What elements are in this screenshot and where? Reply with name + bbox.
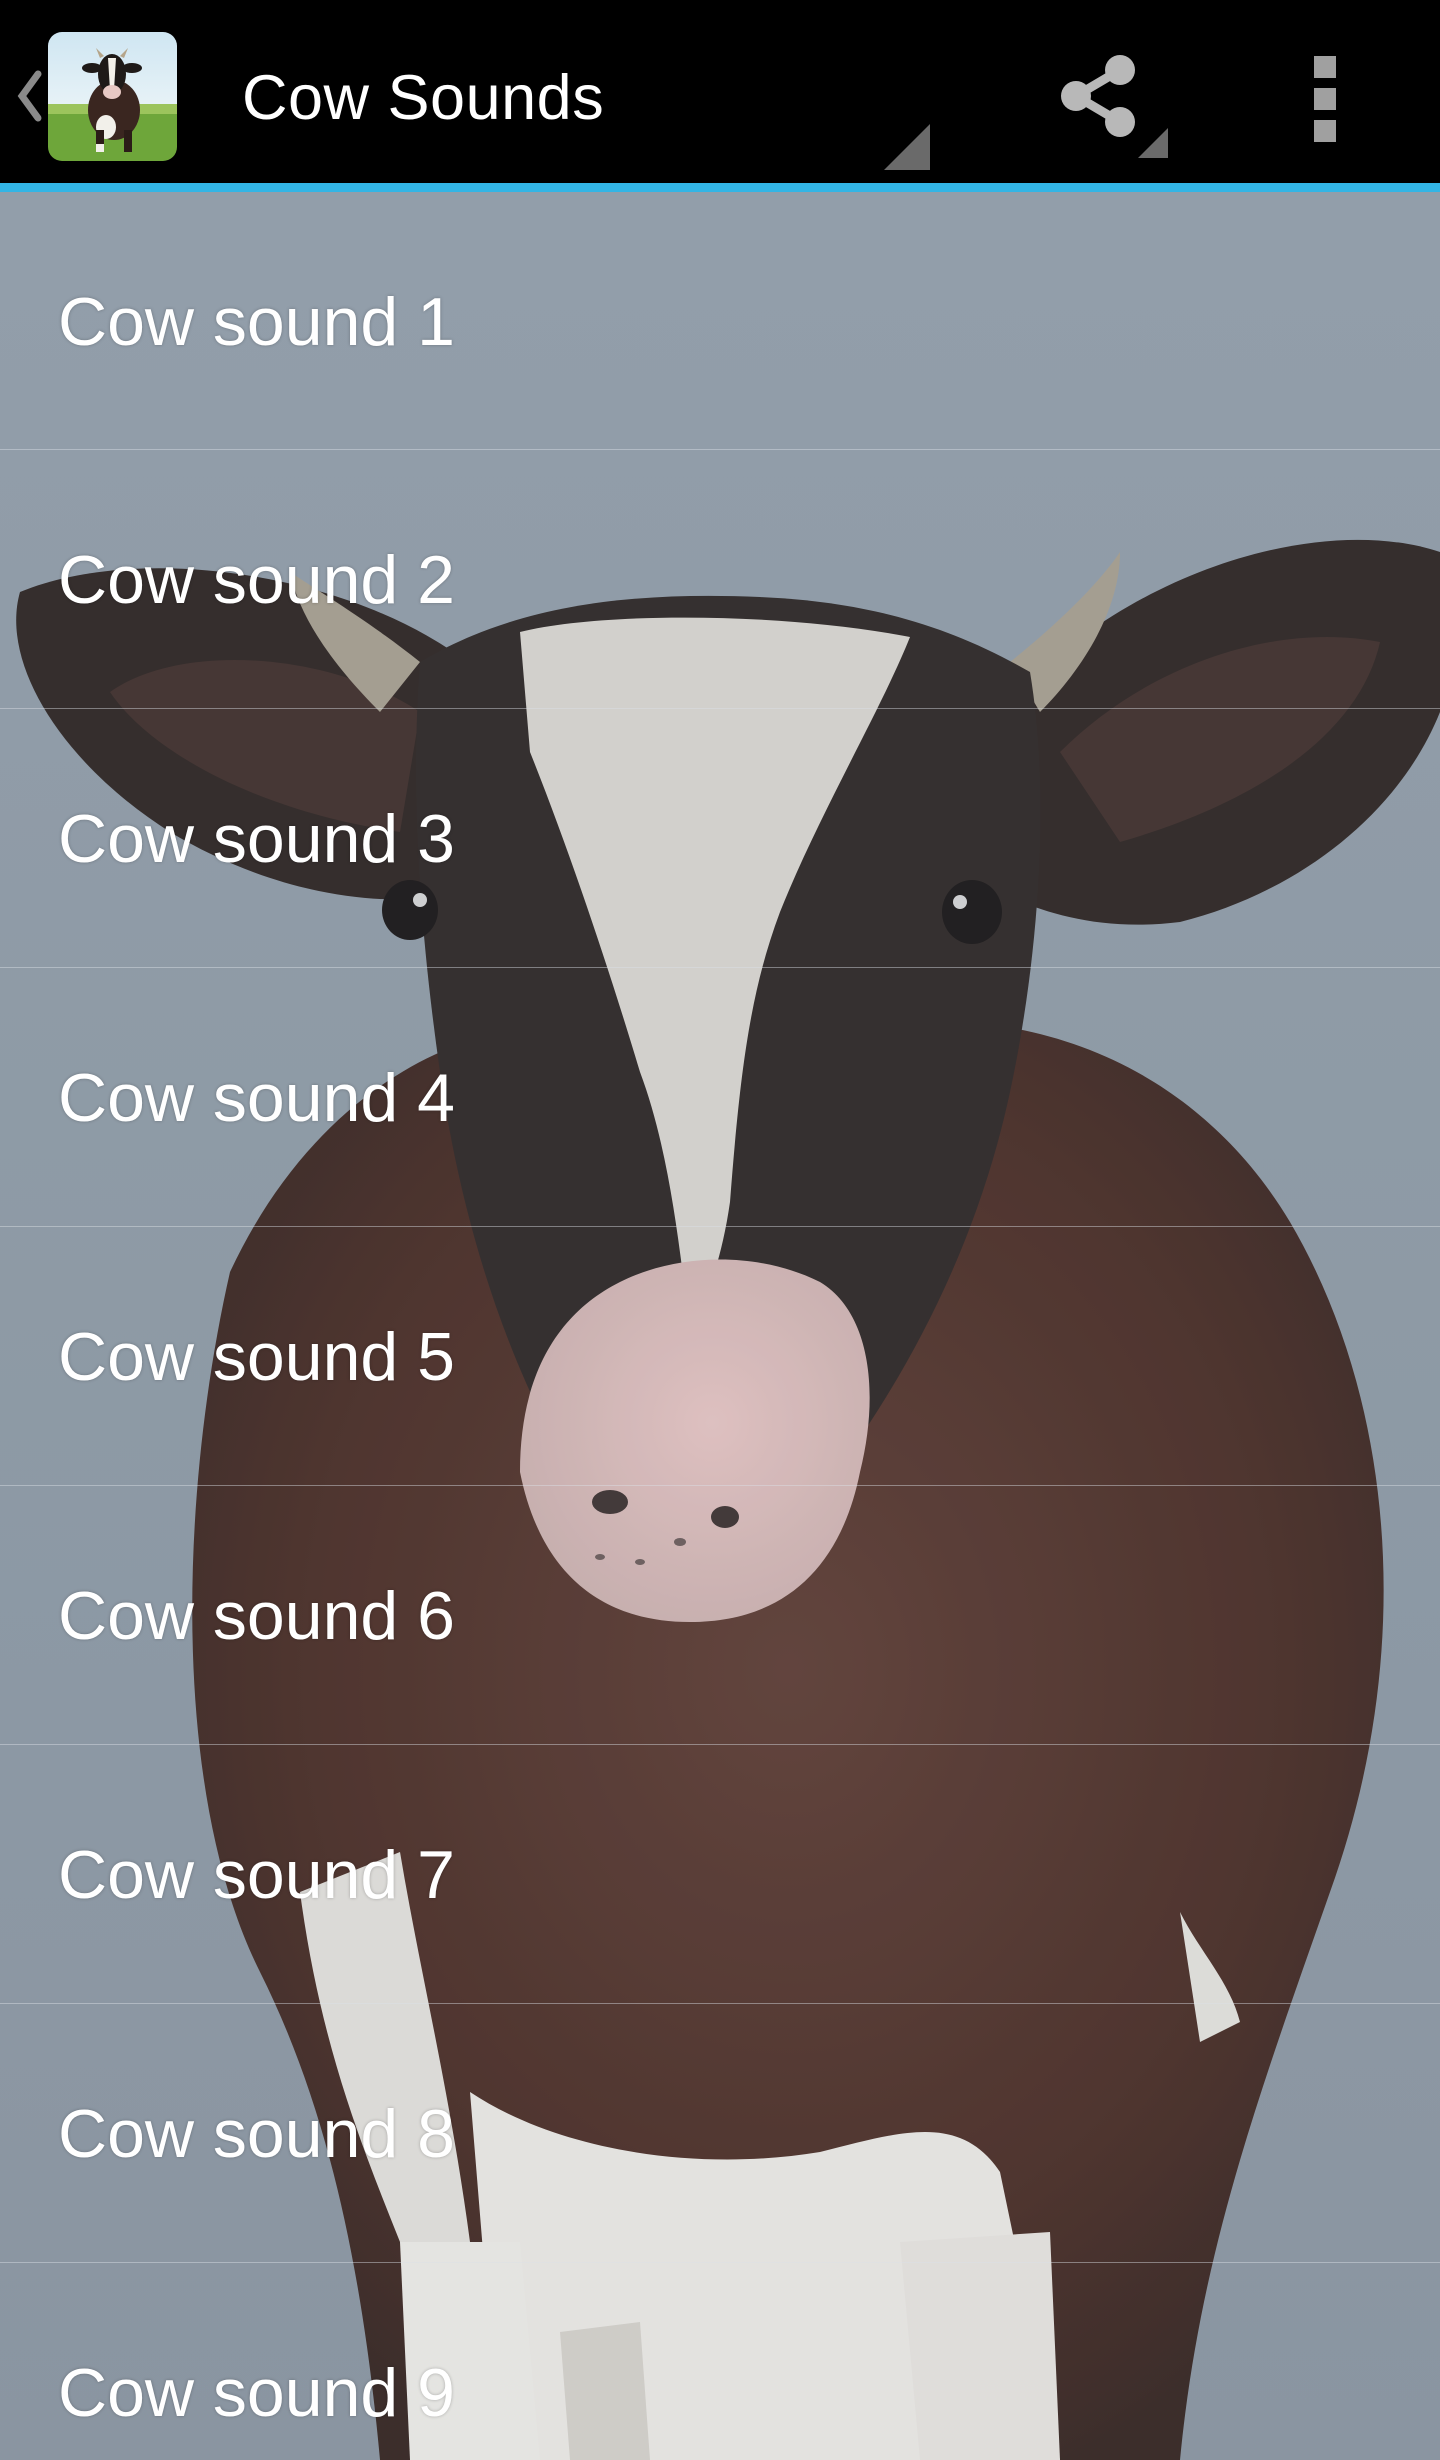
share-icon[interactable] [1040, 40, 1180, 165]
list-item-label: Cow sound 5 [58, 1319, 455, 1395]
list-item-label: Cow sound 2 [58, 542, 455, 618]
spinner-indicator-icon [884, 124, 930, 170]
list-item-label: Cow sound 4 [58, 1060, 455, 1136]
overflow-menu-icon[interactable] [1290, 50, 1364, 150]
list-item[interactable]: Cow sound 7 [0, 1745, 1440, 2004]
list-item[interactable]: Cow sound 9 [0, 2263, 1440, 2460]
list-item[interactable]: Cow sound 5 [0, 1227, 1440, 1486]
list-item-label: Cow sound 1 [58, 284, 455, 360]
list-item[interactable]: Cow sound 8 [0, 2004, 1440, 2263]
up-caret-icon[interactable] [14, 66, 44, 126]
list-item[interactable]: Cow sound 3 [0, 709, 1440, 968]
list-item[interactable]: Cow sound 2 [0, 450, 1440, 709]
app-title: Cow Sounds [242, 63, 605, 133]
action-bar-accent-line [0, 183, 1440, 192]
list-item-label: Cow sound 6 [58, 1578, 455, 1654]
action-bar: Cow Sounds [0, 0, 1440, 185]
list-item-label: Cow sound 8 [58, 2096, 455, 2172]
content-area: Cow sound 1 Cow sound 2 Cow sound 3 Cow … [0, 192, 1440, 2460]
list-item-label: Cow sound 9 [58, 2355, 455, 2431]
list-item[interactable]: Cow sound 4 [0, 968, 1440, 1227]
list-item[interactable]: Cow sound 6 [0, 1486, 1440, 1745]
list-item-label: Cow sound 3 [58, 801, 455, 877]
list-item-label: Cow sound 7 [58, 1837, 455, 1913]
list-item[interactable]: Cow sound 1 [0, 192, 1440, 450]
sound-list: Cow sound 1 Cow sound 2 Cow sound 3 Cow … [0, 192, 1440, 2460]
cow-app-icon[interactable] [48, 32, 177, 161]
app-screen: Cow Sounds Cow sound 1 Cow sound 2 Cow s… [0, 0, 1440, 2460]
